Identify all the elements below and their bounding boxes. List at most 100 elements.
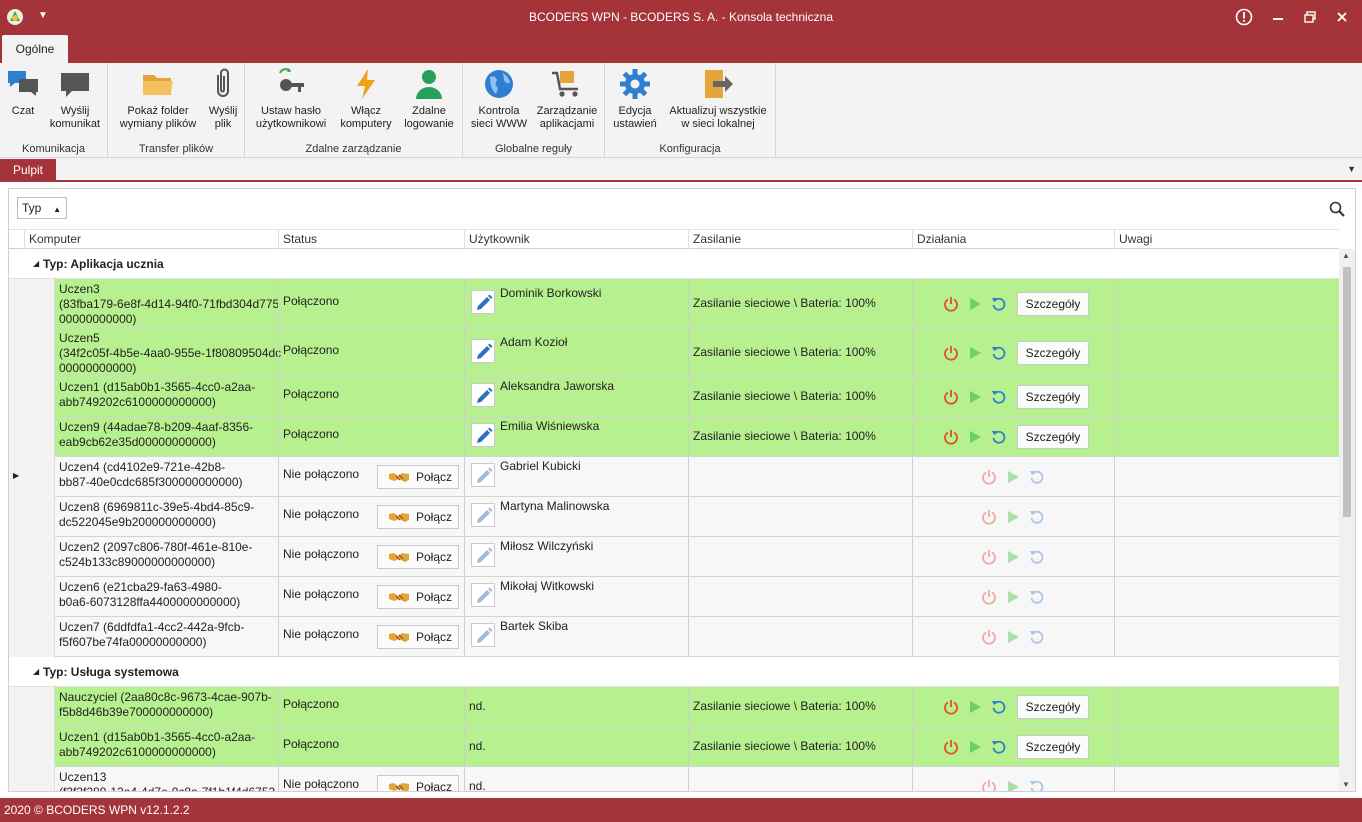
edit-user-button[interactable]	[471, 583, 495, 607]
start-button[interactable]	[967, 699, 983, 715]
update-all-button[interactable]: Aktualizuj wszystkie w sieci lokalnej	[663, 67, 773, 131]
collapse-group-icon[interactable]: ◢	[33, 259, 39, 268]
table-row[interactable]: Uczen7 (6ddfdfa1-4cc2-442a-9fcb-f5f607be…	[9, 617, 1339, 657]
cell-notes[interactable]	[1114, 457, 1339, 496]
start-button[interactable]	[1005, 549, 1021, 565]
cell-notes[interactable]	[1114, 727, 1339, 766]
connect-button[interactable]: Połącz	[377, 505, 459, 529]
group-row[interactable]: ◢ Typ: Usługa systemowa	[9, 657, 1339, 687]
tab-dropdown-icon[interactable]: ▼	[1347, 164, 1356, 174]
power-off-button[interactable]	[943, 345, 959, 361]
connect-button[interactable]: Połącz	[377, 585, 459, 609]
web-control-button[interactable]: Kontrola sieci WWW	[467, 67, 531, 131]
table-row[interactable]: Uczen9 (44adae78-b209-4aaf-8356- eab9cb62…	[9, 417, 1339, 457]
table-row[interactable]: Uczen5 (34f2c05f-4b5e-4aa0-955e-1f8080950…	[9, 328, 1339, 377]
edit-user-button[interactable]	[471, 503, 495, 527]
cell-computer[interactable]: Uczen8 (6969811c-39e5-4bd4-85c9- dc522045…	[55, 497, 278, 536]
cell-computer[interactable]: Uczen5 (34f2c05f-4b5e-4aa0-955e-1f8080950…	[55, 328, 281, 376]
cell-notes[interactable]	[1114, 687, 1339, 726]
details-button[interactable]: Szczegóły	[1017, 735, 1089, 759]
restart-button[interactable]	[991, 429, 1007, 445]
edit-user-button[interactable]	[471, 543, 495, 567]
details-button[interactable]: Szczegóły	[1017, 341, 1089, 365]
tab-pulpit[interactable]: Pulpit	[0, 159, 56, 181]
scroll-up-icon[interactable]: ▲	[1342, 251, 1350, 260]
edit-user-button[interactable]	[471, 423, 495, 447]
table-row[interactable]: Uczen1 (d15ab0b1-3565-4cc0-a2aa-abb74920…	[9, 377, 1339, 417]
power-off-button[interactable]	[981, 589, 997, 605]
cell-computer[interactable]: Uczen13(f3f3f289-12a4-4d7e-9c8a-7f1b1f4d…	[55, 767, 278, 791]
group-row[interactable]: ◢ Typ: Aplikacja ucznia	[9, 249, 1339, 279]
power-off-button[interactable]	[981, 629, 997, 645]
start-button[interactable]	[1005, 779, 1021, 791]
cell-computer[interactable]: Nauczyciel (2aa80c8c-9673-4cae-907b-f5b8…	[55, 687, 278, 726]
table-row[interactable]: Uczen1 (d15ab0b1-3565-4cc0-a2aa-abb74920…	[9, 727, 1339, 767]
table-row[interactable]: Uczen13(f3f3f289-12a4-4d7e-9c8a-7f1b1f4d…	[9, 767, 1339, 791]
table-row[interactable]: Uczen2 (2097c806-780f-461e-810e-c524b133…	[9, 537, 1339, 577]
start-button[interactable]	[967, 389, 983, 405]
restart-button[interactable]	[991, 345, 1007, 361]
table-row[interactable]: Uczen3 (83fba179-6e8f-4d14-94f0-71fbd304d…	[9, 279, 1339, 328]
power-off-button[interactable]	[981, 469, 997, 485]
power-off-button[interactable]	[943, 296, 959, 312]
vertical-scrollbar[interactable]: ▲ ▼	[1339, 249, 1355, 791]
cell-computer[interactable]: Uczen7 (6ddfdfa1-4cc2-442a-9fcb-f5f607be…	[55, 617, 278, 656]
row-indicator[interactable]	[9, 328, 55, 377]
power-off-button[interactable]	[981, 779, 997, 791]
details-button[interactable]: Szczegóły	[1017, 292, 1089, 316]
power-on-computers-button[interactable]: Włącz komputery	[335, 67, 397, 131]
details-button[interactable]: Szczegóły	[1017, 385, 1089, 409]
start-button[interactable]	[1005, 629, 1021, 645]
connect-button[interactable]: Połącz	[377, 465, 459, 489]
edit-user-button[interactable]	[471, 623, 495, 647]
row-indicator[interactable]	[9, 417, 55, 457]
tab-ogolne[interactable]: Ogólne	[2, 35, 68, 63]
restart-button[interactable]	[991, 296, 1007, 312]
power-off-button[interactable]	[943, 739, 959, 755]
start-button[interactable]	[967, 345, 983, 361]
cell-notes[interactable]	[1114, 417, 1339, 456]
start-button[interactable]	[967, 296, 983, 312]
row-indicator[interactable]	[9, 687, 55, 727]
connect-button[interactable]: Połącz	[377, 545, 459, 569]
power-off-button[interactable]	[981, 509, 997, 525]
edit-user-button[interactable]	[471, 463, 495, 487]
connect-button[interactable]: Połącz	[377, 625, 459, 649]
start-button[interactable]	[967, 429, 983, 445]
app-management-button[interactable]: Zarządzanie aplikacjami	[533, 67, 601, 131]
power-off-button[interactable]	[943, 699, 959, 715]
cell-notes[interactable]	[1114, 577, 1339, 616]
cell-computer[interactable]: Uczen2 (2097c806-780f-461e-810e-c524b133…	[55, 537, 278, 576]
row-indicator[interactable]	[9, 497, 55, 537]
restore-button[interactable]	[1298, 6, 1322, 28]
scrollbar-thumb[interactable]	[1343, 267, 1351, 517]
scroll-down-icon[interactable]: ▼	[1342, 780, 1350, 789]
cell-computer[interactable]: Uczen3 (83fba179-6e8f-4d14-94f0-71fbd304d…	[55, 279, 279, 327]
edit-user-button[interactable]	[471, 383, 495, 407]
restart-button[interactable]	[1029, 779, 1045, 791]
cell-computer[interactable]: Uczen4 (cd4102e9-721e-42b8- bb87-40e0cdc6…	[55, 457, 278, 496]
cell-notes[interactable]	[1114, 617, 1339, 656]
set-password-button[interactable]: Ustaw hasło użytkownikowi	[249, 67, 333, 131]
row-indicator[interactable]	[9, 537, 55, 577]
remote-login-button[interactable]: Zdalne logowanie	[399, 67, 459, 131]
start-button[interactable]	[1005, 509, 1021, 525]
table-row[interactable]: Uczen6 (e21cba29-fa63-4980- b0a6-6073128f…	[9, 577, 1339, 617]
cell-computer[interactable]: Uczen6 (e21cba29-fa63-4980- b0a6-6073128f…	[55, 577, 278, 616]
cell-notes[interactable]	[1114, 328, 1339, 376]
table-row[interactable]: ▶ Uczen4 (cd4102e9-721e-42b8- bb87-40e0cdc…	[9, 457, 1339, 497]
restart-button[interactable]	[1029, 629, 1045, 645]
restart-button[interactable]	[991, 739, 1007, 755]
row-indicator[interactable]	[9, 377, 55, 417]
cell-notes[interactable]	[1114, 279, 1339, 327]
row-indicator[interactable]: ▶	[9, 457, 55, 497]
cell-computer[interactable]: Uczen9 (44adae78-b209-4aaf-8356- eab9cb62…	[55, 417, 278, 456]
restart-button[interactable]	[1029, 469, 1045, 485]
row-indicator[interactable]	[9, 727, 55, 767]
chat-button[interactable]: Czat	[4, 67, 42, 118]
table-row[interactable]: Uczen8 (6969811c-39e5-4bd4-85c9- dc522045…	[9, 497, 1339, 537]
row-indicator[interactable]	[9, 617, 55, 657]
restart-button[interactable]	[1029, 589, 1045, 605]
power-off-button[interactable]	[981, 549, 997, 565]
cell-notes[interactable]	[1114, 537, 1339, 576]
